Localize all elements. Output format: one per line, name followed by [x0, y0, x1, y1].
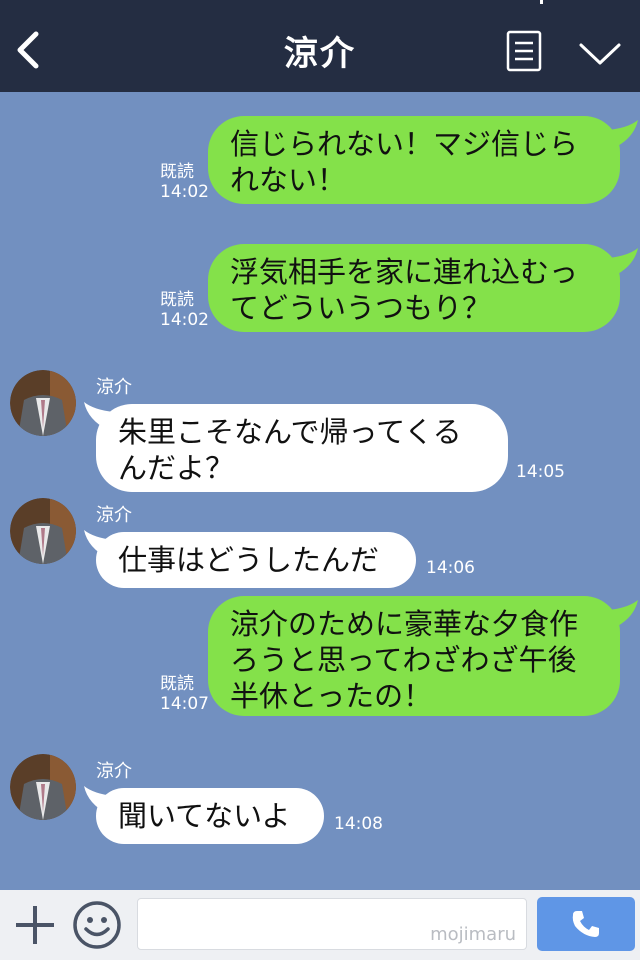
message-line: 涼介のために豪華な夕食作 [230, 607, 579, 641]
message-bubble[interactable]: 信じられない！マジ信じら れない！ [208, 116, 620, 204]
timestamp: 14:02 [160, 182, 209, 202]
message-line: てどういうつもり？ [230, 291, 492, 325]
message-bubble[interactable]: 朱里こそなんで帰ってくる んだよ？ [96, 404, 508, 492]
message-bubble[interactable]: 仕事はどうしたんだ [96, 532, 416, 588]
message-line: 信じられない！マジ信じら [230, 127, 579, 161]
timestamp: 14:07 [160, 694, 209, 714]
message-line: れない！ [230, 163, 347, 197]
read-receipt: 既読 [160, 674, 194, 694]
chat-header: 涼介 [0, 0, 640, 92]
sender-name: 涼介 [96, 505, 132, 526]
status-bar-fragment [540, 0, 543, 4]
message-line: んだよ？ [118, 451, 235, 485]
input-bar: mojimaru [0, 890, 640, 960]
message-line: 半休とったの！ [230, 679, 433, 713]
message-bubble[interactable]: 涼介のために豪華な夕食作 ろうと思ってわざわざ午後 半休とったの！ [208, 596, 620, 716]
timestamp: 14:02 [160, 310, 209, 330]
call-button[interactable] [537, 897, 635, 951]
chat-title: 涼介 [284, 34, 356, 74]
message-meta: 既読 14:02 [160, 290, 209, 330]
message-line: ろうと思ってわざわざ午後 [230, 643, 577, 677]
timestamp: 14:06 [426, 558, 475, 578]
avatar[interactable] [10, 754, 76, 820]
message-line: 朱里こそなんで帰ってくる [118, 415, 462, 449]
list-icon[interactable] [506, 30, 542, 72]
message-line: 浮気相手を家に連れ込むっ [230, 255, 579, 289]
message-line: 聞いてないよ [118, 799, 291, 833]
message-meta: 既読 14:02 [160, 162, 209, 202]
avatar[interactable] [10, 498, 76, 564]
plus-icon[interactable] [14, 904, 56, 946]
chevron-down-icon[interactable] [578, 40, 622, 68]
timestamp: 14:08 [334, 814, 383, 834]
timestamp: 14:05 [516, 462, 565, 482]
message-bubble[interactable]: 聞いてないよ [96, 788, 324, 844]
smiley-icon[interactable] [72, 900, 122, 950]
avatar[interactable] [10, 370, 76, 436]
phone-icon [572, 911, 599, 937]
sender-name: 涼介 [96, 377, 132, 398]
message-line: 仕事はどうしたんだ [118, 543, 380, 577]
read-receipt: 既読 [160, 162, 194, 182]
sender-name: 涼介 [96, 761, 132, 782]
read-receipt: 既読 [160, 290, 194, 310]
message-input[interactable]: mojimaru [137, 898, 527, 950]
message-bubble[interactable]: 浮気相手を家に連れ込むっ てどういうつもり？ [208, 244, 620, 332]
message-meta: 既読 14:07 [160, 674, 209, 714]
watermark-text: mojimaru [430, 924, 516, 945]
